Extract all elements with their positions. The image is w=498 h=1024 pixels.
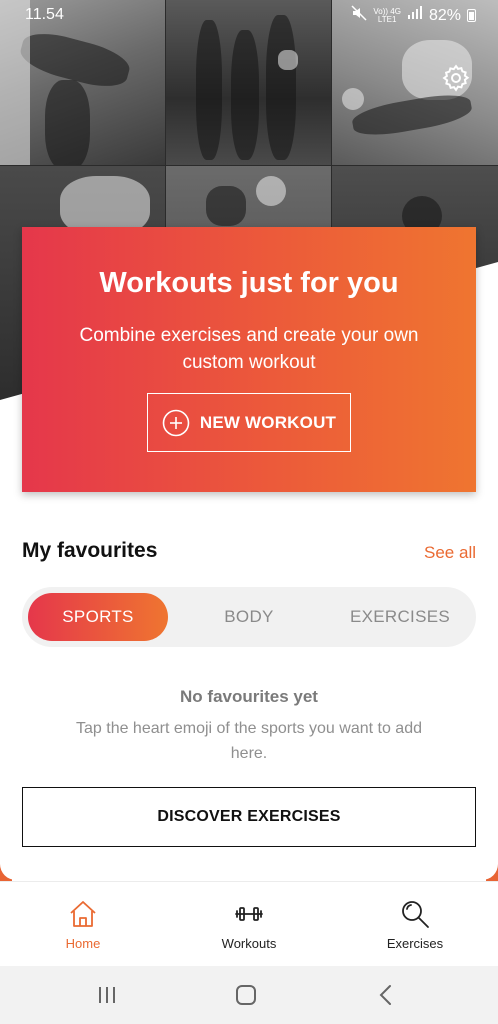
new-workout-label: NEW WORKOUT bbox=[199, 412, 337, 432]
nav-label-exercises: Exercises bbox=[386, 936, 444, 951]
discover-exercises-button[interactable]: DISCOVER EXERCISES bbox=[22, 787, 476, 847]
content-bottom-edge bbox=[0, 850, 498, 880]
nav-label-home: Home bbox=[65, 936, 101, 951]
promo-title: Workouts just for you bbox=[99, 267, 399, 299]
workouts-promo-card: Workouts just for you Combine exercises … bbox=[22, 227, 476, 492]
settings-button[interactable] bbox=[441, 63, 471, 93]
nav-item-home[interactable]: Home bbox=[0, 882, 166, 967]
back-button[interactable] bbox=[371, 980, 401, 1010]
plus-circle-icon bbox=[162, 409, 190, 436]
nav-label-workouts: Workouts bbox=[221, 936, 277, 951]
nav-item-exercises[interactable]: Exercises bbox=[332, 882, 498, 967]
nav-item-workouts[interactable]: Workouts bbox=[166, 882, 332, 967]
empty-state-title: No favourites yet bbox=[180, 687, 318, 706]
favourites-segmented-control: SPORTS BODY EXERCISES bbox=[22, 587, 476, 647]
home-icon bbox=[70, 901, 96, 927]
system-home-icon bbox=[236, 985, 256, 1005]
tab-exercises[interactable]: EXERCISES bbox=[330, 593, 470, 641]
status-time: 11.54 bbox=[25, 6, 64, 23]
gear-icon bbox=[442, 64, 470, 92]
status-icons: Vo)) 4G LTE1 82% bbox=[351, 5, 476, 26]
mute-icon bbox=[351, 5, 367, 26]
tab-body[interactable]: BODY bbox=[179, 593, 319, 641]
signal-icon bbox=[407, 6, 423, 25]
battery-level: 82% bbox=[428, 6, 461, 24]
new-workout-button[interactable]: NEW WORKOUT bbox=[147, 393, 351, 452]
battery-icon bbox=[467, 9, 476, 22]
promo-text: Combine exercises and create your own cu… bbox=[79, 325, 419, 373]
recents-button[interactable] bbox=[92, 980, 122, 1010]
tab-sports[interactable]: SPORTS bbox=[28, 593, 168, 641]
network-indicator: Vo)) 4G LTE1 bbox=[373, 6, 401, 24]
see-all-link[interactable]: See all bbox=[424, 543, 476, 563]
recents-icon bbox=[99, 987, 115, 1003]
favourites-title: My favourites bbox=[22, 539, 158, 562]
back-icon bbox=[379, 985, 391, 1005]
dumbbell-icon bbox=[235, 907, 263, 921]
bottom-navigation: Home Workouts Exercises bbox=[0, 881, 498, 966]
system-home-button[interactable] bbox=[231, 980, 261, 1010]
system-navigation-bar bbox=[0, 966, 498, 1024]
search-icon bbox=[402, 901, 429, 928]
status-bar: 11.54 Vo)) 4G LTE1 82% bbox=[0, 0, 498, 32]
empty-state-text: Tap the heart emoji of the sports you wa… bbox=[76, 720, 422, 762]
